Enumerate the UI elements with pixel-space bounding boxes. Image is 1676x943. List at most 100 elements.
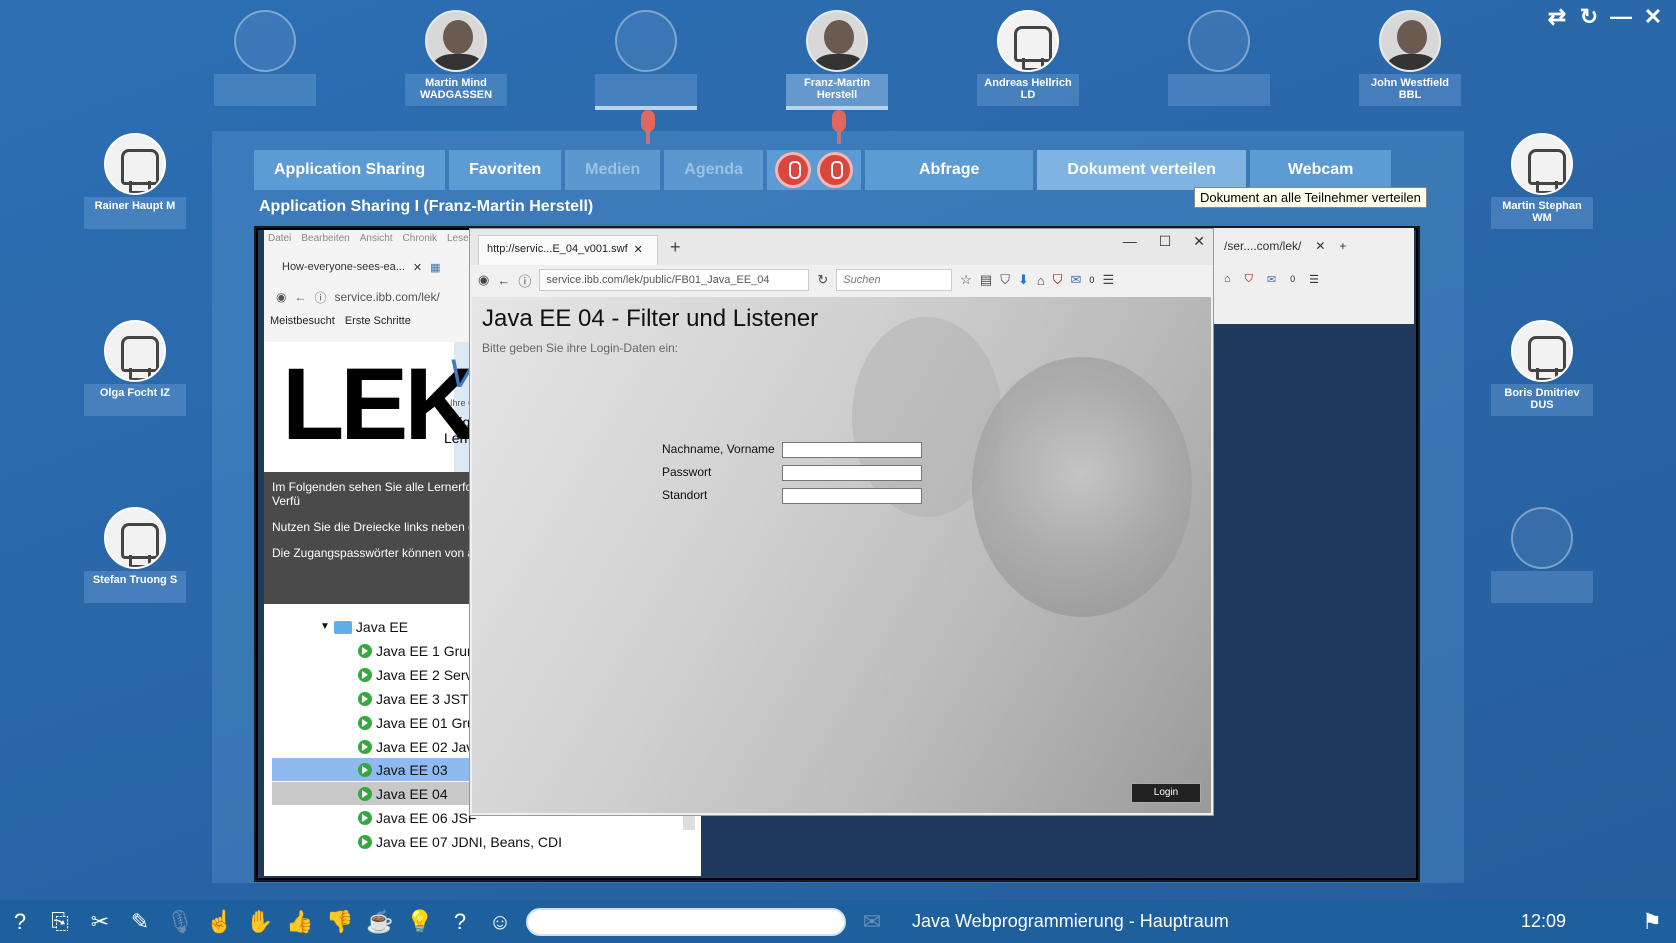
right-browser-window[interactable]: /ser....com/lek/ ✕ + ⌂ ⛉ ✉ 0 ☰ xyxy=(1214,228,1414,324)
participant-name: Boris Dmitriev DUS xyxy=(1491,384,1593,416)
front-browser-window[interactable]: http://servic...E_04_v001.swf ✕ + — ☐ ✕ … xyxy=(469,228,1214,816)
tree-folder-java-ee[interactable]: ▼ Java EE xyxy=(320,616,408,638)
switch-icon[interactable]: ⇄ xyxy=(1544,4,1570,30)
minimize-icon[interactable]: — xyxy=(1608,4,1634,30)
tab-favoriten[interactable]: Favoriten xyxy=(449,150,562,190)
maximize-icon[interactable]: ☐ xyxy=(1159,233,1172,250)
notification-icon[interactable]: ✉ xyxy=(1071,272,1082,288)
tab-webcam[interactable]: Webcam xyxy=(1249,150,1392,190)
field-label-location: Standort xyxy=(662,488,708,502)
taskbar: ? ⎘ ✂ ✎ 🎙 ☝ ✋ 👍 👎 ☕ 💡 ? ☺ ✉ Java Webprog… xyxy=(0,900,1676,943)
send-icon[interactable]: ✉ xyxy=(852,904,892,940)
notification-icon[interactable]: ✉ xyxy=(1267,273,1276,286)
tab-title[interactable]: How-everyone-sees-ea... xyxy=(282,261,405,273)
help-icon[interactable]: ? xyxy=(0,904,40,940)
tab-medien[interactable]: Medien xyxy=(565,150,661,190)
password-input[interactable] xyxy=(782,465,922,481)
shield-icon[interactable]: ⛉ xyxy=(1245,273,1253,286)
tab-dokument-verteilen[interactable]: Dokument verteilen xyxy=(1037,150,1246,190)
url-input[interactable]: service.ibb.com/lek/public/FB01_Java_EE_… xyxy=(539,269,810,291)
participant-name xyxy=(1491,571,1593,603)
presentation-icon[interactable]: ⎘ xyxy=(40,904,80,940)
pocket-icon[interactable]: ⛉ xyxy=(1000,272,1010,288)
menu-datei[interactable]: Datei xyxy=(268,233,291,247)
tree-item-label: Java EE 03 xyxy=(376,762,448,778)
tools-icon[interactable]: ✂ xyxy=(80,904,120,940)
coffee-icon[interactable]: ☕ xyxy=(360,904,400,940)
tab-agenda[interactable]: Agenda xyxy=(664,150,763,190)
notes-icon[interactable]: ✎ xyxy=(120,904,160,940)
close-icon[interactable]: ✕ xyxy=(1193,233,1205,250)
thumbs-up-icon[interactable]: 👍 xyxy=(280,904,320,940)
tree-item[interactable]: Java EE 07 JDNI, Beans, CDI xyxy=(358,831,562,853)
right-browser-tab-row: /ser....com/lek/ ✕ + xyxy=(1214,228,1414,264)
flag-icon[interactable]: ⚑ xyxy=(1632,904,1672,940)
participant-seat-presenter[interactable]: Franz-Martin Herstell xyxy=(786,10,888,110)
reload-icon[interactable]: ↻ xyxy=(817,272,828,288)
room-title: Java Webprogrammierung - Hauptraum xyxy=(912,911,1229,931)
menu-ansicht[interactable]: Ansicht xyxy=(360,233,393,247)
close-tab-icon[interactable]: ✕ xyxy=(1315,239,1325,253)
bookmark-meistbesucht[interactable]: Meistbesucht xyxy=(270,315,335,327)
new-tab-icon[interactable]: + xyxy=(670,237,681,258)
close-tab-icon[interactable]: ✕ xyxy=(634,243,643,258)
tab-title[interactable]: /ser....com/lek/ xyxy=(1224,239,1301,253)
participant-name xyxy=(1168,74,1270,106)
hamburger-menu-icon[interactable]: ☰ xyxy=(1102,272,1114,288)
reading-list-icon[interactable]: ▤ xyxy=(980,272,992,288)
microphone-toggle-icon[interactable] xyxy=(774,152,811,188)
participant-seat[interactable]: Martin Stephan WM xyxy=(1491,133,1593,229)
tree-item-selected[interactable]: Java EE 03 xyxy=(358,759,448,781)
mouse-control-icon[interactable] xyxy=(816,152,853,188)
location-input[interactable] xyxy=(782,488,922,504)
participant-seat-empty xyxy=(1491,507,1593,603)
participant-seat[interactable]: Rainer Haupt M xyxy=(84,133,186,229)
user-status-icon[interactable]: ☺ xyxy=(480,904,520,940)
shield-icon[interactable]: ⛉ xyxy=(1053,272,1063,288)
new-tab-icon[interactable]: + xyxy=(1339,239,1346,253)
tree-item[interactable]: Java EE 04 xyxy=(358,783,448,805)
back-arrow-icon[interactable]: ← xyxy=(497,273,510,288)
participant-seat[interactable]: Andreas Hellrich LD xyxy=(977,10,1079,106)
participant-name: Andreas Hellrich LD xyxy=(977,74,1079,106)
tab-application-sharing[interactable]: Application Sharing xyxy=(254,150,446,190)
back-arrow-icon[interactable]: ← xyxy=(294,290,306,304)
thumbs-down-icon[interactable]: 👎 xyxy=(320,904,360,940)
raise-hand-icon[interactable]: ☝ xyxy=(200,904,240,940)
participant-seat[interactable]: Martin Mind WADGASSEN xyxy=(405,10,507,106)
tab-abfrage[interactable]: Abfrage xyxy=(864,150,1034,190)
expand-arrow-icon[interactable]: ▼ xyxy=(320,616,330,638)
participant-seat[interactable]: Boris Dmitriev DUS xyxy=(1491,320,1593,416)
bookmark-star-icon[interactable]: ☆ xyxy=(960,272,972,288)
home-icon[interactable]: ⌂ xyxy=(1037,273,1045,288)
participant-seat[interactable]: Olga Focht IZ xyxy=(84,320,186,416)
microphone-icon[interactable]: 🎙 xyxy=(160,904,200,940)
name-input[interactable] xyxy=(782,442,922,458)
refresh-icon[interactable]: ↻ xyxy=(1576,4,1602,30)
home-icon[interactable]: ⌂ xyxy=(1224,273,1231,285)
minimize-icon[interactable]: — xyxy=(1123,233,1137,250)
close-tab-icon[interactable]: ✕ xyxy=(413,261,422,274)
avatar xyxy=(806,10,868,72)
grid-icon[interactable]: ▦ xyxy=(430,261,440,274)
idea-icon[interactable]: 💡 xyxy=(400,904,440,940)
menu-bearbeiten[interactable]: Bearbeiten xyxy=(301,233,349,247)
url-text[interactable]: service.ibb.com/lek/ xyxy=(335,290,440,304)
menu-chronik[interactable]: Chronik xyxy=(403,233,437,247)
chat-input[interactable] xyxy=(526,907,846,936)
window-controls: ⇄ ↻ — ✕ xyxy=(1544,4,1666,30)
bookmark-erste-schritte[interactable]: Erste Schritte xyxy=(345,315,411,327)
browser-tab[interactable]: http://servic...E_04_v001.swf ✕ xyxy=(478,235,658,265)
participant-seat[interactable]: John Westfield BBL xyxy=(1359,10,1461,106)
participant-seat[interactable]: Stefan Truong S xyxy=(84,507,186,603)
question-icon[interactable]: ? xyxy=(440,904,480,940)
tree-item[interactable]: Java EE 06 JSF xyxy=(358,807,476,829)
download-icon[interactable]: ⬇ xyxy=(1018,272,1029,288)
close-icon[interactable]: ✕ xyxy=(1640,4,1666,30)
wave-hand-icon[interactable]: ✋ xyxy=(240,904,280,940)
info-icon: ⓘ xyxy=(314,290,327,305)
search-input[interactable]: Suchen xyxy=(836,269,953,291)
hamburger-menu-icon[interactable]: ☰ xyxy=(1309,273,1319,286)
login-button[interactable]: Login xyxy=(1131,783,1201,803)
shared-screen[interactable]: Datei Bearbeiten Ansicht Chronik Lesez H… xyxy=(254,226,1420,882)
